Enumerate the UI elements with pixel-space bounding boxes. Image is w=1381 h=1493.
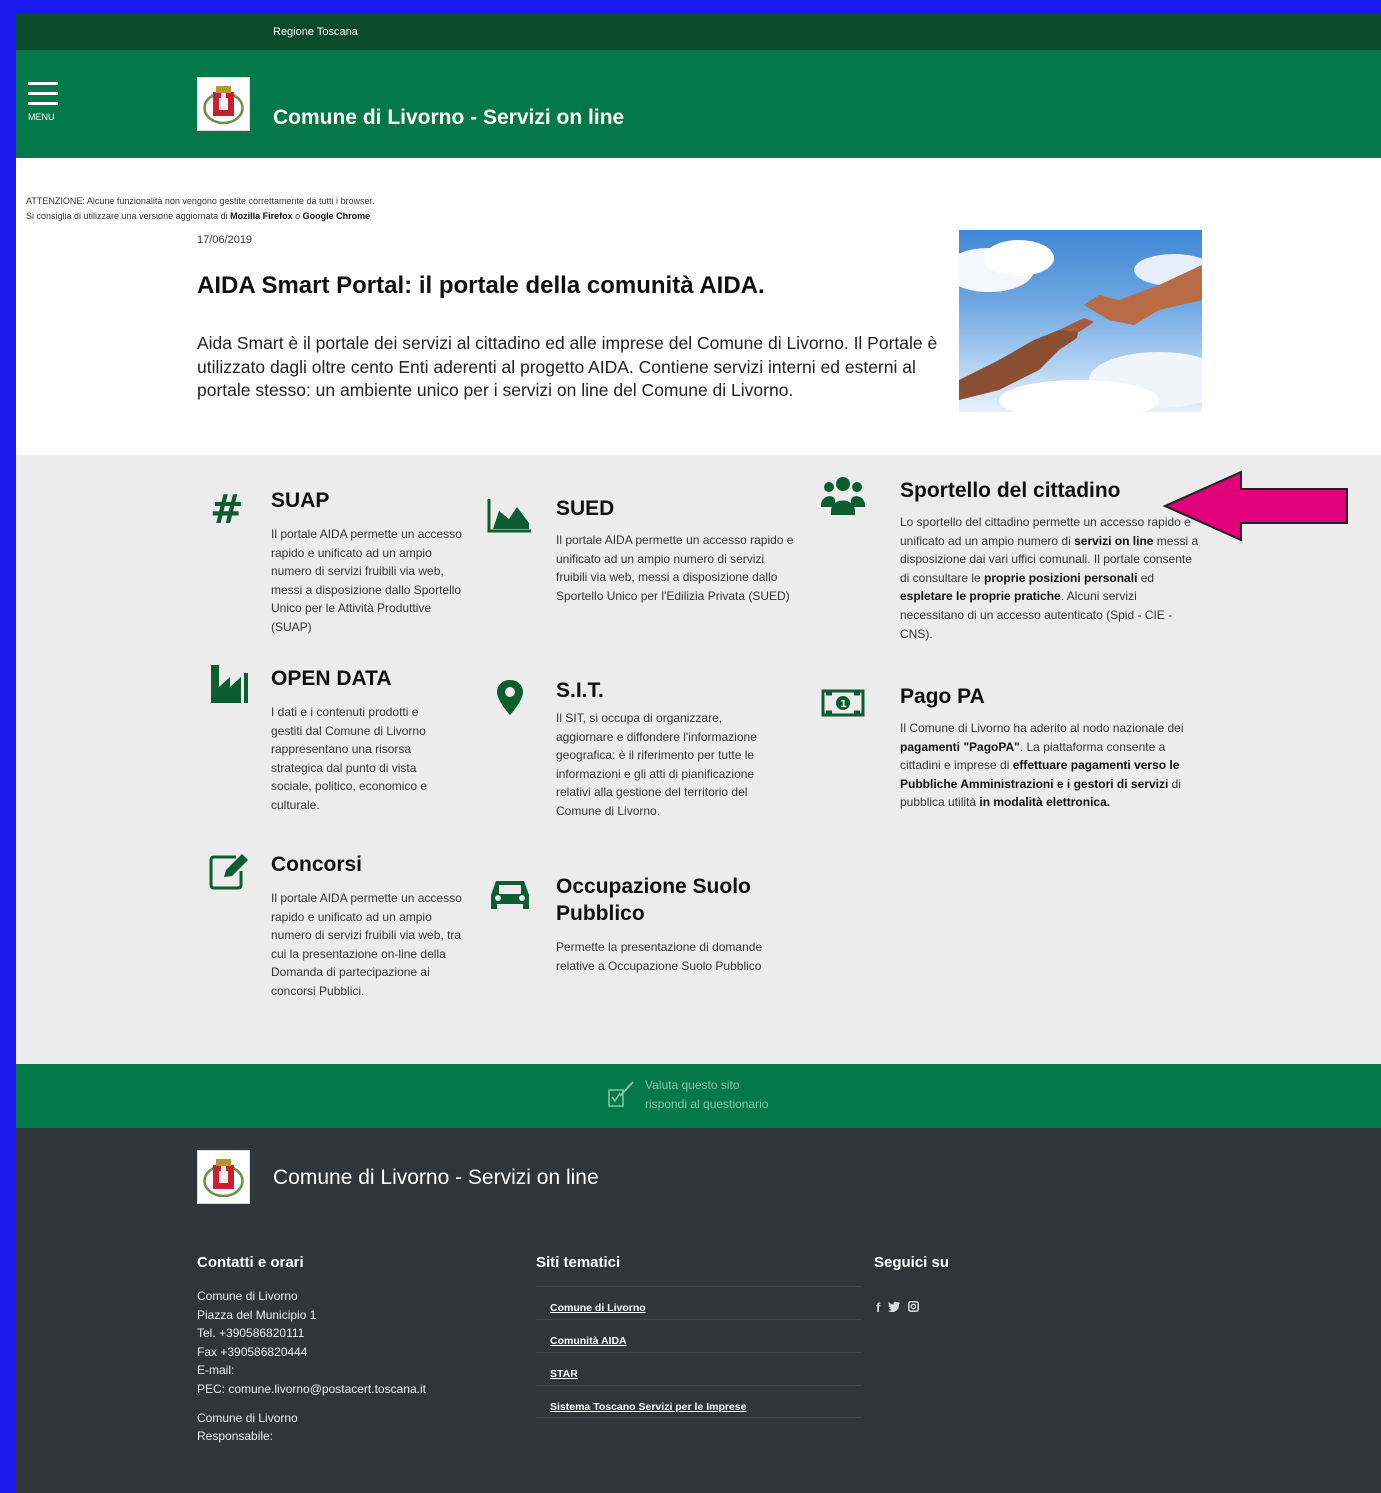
contact-line: Comune di Livorno <box>197 1410 298 1425</box>
warning-conj: o <box>292 211 303 221</box>
desc-bold: espletare le proprie pratiche <box>900 589 1061 604</box>
region-bar: Regione Toscana <box>16 14 1381 50</box>
social-heading: Seguici su <box>874 1254 950 1271</box>
service-description: Il Comune di Livorno ha aderito al nodo … <box>900 719 1200 812</box>
contact-line: Piazza del Municipio 1 <box>197 1307 317 1322</box>
list-item: Comunità AIDA <box>536 1319 861 1352</box>
service-title[interactable]: SUAP <box>271 489 329 513</box>
municipal-crest-icon[interactable] <box>197 1150 250 1204</box>
browser-chrome: Google Chrome <box>302 211 371 221</box>
list-item: Comune di Livorno <box>536 1286 861 1319</box>
service-description: Permette la presentazione di domande rel… <box>556 940 763 973</box>
service-description: Lo sportello del cittadino permette un a… <box>900 513 1200 643</box>
users-icon <box>821 475 865 517</box>
area-chart-icon <box>487 495 531 537</box>
service-title[interactable]: S.I.T. <box>556 679 604 703</box>
services-section: # SUAP Il portale AIDA permette un acces… <box>16 455 1381 1064</box>
contact-line: Responsabile: <box>197 1429 274 1444</box>
link-sistema-toscano[interactable]: Sistema Toscano Servizi per le Imprese <box>550 1401 746 1413</box>
desc-bold: in modalità elettronica. <box>979 795 1111 810</box>
desc-bold: pagamenti "PagoPA" <box>900 739 1020 754</box>
edit-icon <box>208 851 250 893</box>
service-title[interactable]: OPEN DATA <box>271 667 392 691</box>
feedback-link[interactable]: Valuta questo sito <box>645 1078 740 1092</box>
social-links: f <box>876 1300 923 1315</box>
menu-button[interactable]: MENU <box>28 82 60 128</box>
news-title: AIDA Smart Portal: il portale della comu… <box>197 272 765 299</box>
page: Regione Toscana MENU Comune di Livorno -… <box>16 14 1381 1493</box>
facebook-icon[interactable]: f <box>876 1300 880 1315</box>
desc-text: ed <box>1137 570 1155 585</box>
links-heading: Siti tematici <box>536 1254 621 1271</box>
thematic-links: Comune di Livorno Comunità AIDA STAR Sis… <box>536 1286 861 1418</box>
service-description: Il portale AIDA permette un accesso rapi… <box>556 533 794 603</box>
factory-icon <box>208 663 250 705</box>
service-title[interactable]: Occupazione Suolo <box>556 875 751 899</box>
service-description: Il SIT, si occupa di organizzare, aggior… <box>556 711 757 818</box>
list-item: Sistema Toscano Servizi per le Imprese <box>536 1385 861 1418</box>
menu-label: MENU <box>28 112 55 122</box>
map-marker-icon <box>487 677 529 719</box>
site-header: MENU Comune di Livorno - Servizi on line <box>16 50 1381 158</box>
twitter-icon[interactable] <box>887 1300 900 1315</box>
hands-image <box>959 230 1202 412</box>
contact-line: Tel. +390586820111 <box>197 1326 305 1341</box>
contact-line: E-mail: <box>197 1363 235 1378</box>
feedback-band: Valuta questo sito rispondi al questiona… <box>16 1064 1381 1128</box>
warning-line-1: ATTENZIONE: Alcune funzionalità non veng… <box>26 196 375 206</box>
service-title[interactable]: Pago PA <box>900 685 985 709</box>
desc-bold: servizi on line <box>1074 533 1154 548</box>
contacts-block: Comune di Livorno Piazza del Municipio 1… <box>197 1287 426 1446</box>
service-description: Il portale AIDA permette un accesso rapi… <box>271 527 462 634</box>
site-title[interactable]: Comune di Livorno - Servizi on line <box>273 106 624 130</box>
contact-line: Comune di Livorno <box>197 1289 298 1303</box>
contacts-heading: Contatti e orari <box>197 1254 304 1271</box>
region-link[interactable]: Regione Toscana <box>273 26 358 38</box>
contact-line: PEC: comune.livorno@postacert.toscana.it <box>197 1381 426 1396</box>
instagram-icon[interactable] <box>907 1300 919 1315</box>
desc-text: Il Comune di Livorno ha aderito al nodo … <box>900 721 1184 735</box>
svg-text:#: # <box>210 487 244 529</box>
list-item: STAR <box>536 1352 861 1385</box>
car-icon <box>487 875 529 917</box>
service-title[interactable]: Concorsi <box>271 853 362 877</box>
site-footer: Comune di Livorno - Servizi on line Cont… <box>16 1128 1381 1493</box>
service-title-line-2[interactable]: Pubblico <box>556 902 645 926</box>
contact-line: Fax +390586820444 <box>197 1344 308 1359</box>
municipal-crest-icon[interactable] <box>197 77 250 131</box>
link-comunita-aida[interactable]: Comunità AIDA <box>550 1335 627 1347</box>
annotation-arrow-icon <box>1163 470 1348 542</box>
news-text: Aida Smart è il portale dei servizi al c… <box>197 333 938 400</box>
money-bill-icon: 1 <box>821 685 865 727</box>
hashtag-icon: # <box>208 487 250 533</box>
hamburger-icon-bar <box>28 92 58 95</box>
footer-site-title[interactable]: Comune di Livorno - Servizi on line <box>273 1166 599 1190</box>
news-date: 17/06/2019 <box>197 234 253 246</box>
service-description: I dati e i contenuti prodotti e gestiti … <box>271 705 428 812</box>
browser-firefox: Mozilla Firefox <box>230 211 293 221</box>
link-comune-livorno[interactable]: Comune di Livorno <box>550 1302 646 1314</box>
desc-bold: proprie posizioni personali <box>984 570 1138 585</box>
hamburger-icon <box>28 82 58 85</box>
service-description: Il portale AIDA permette un accesso rapi… <box>271 891 462 998</box>
questionnaire-link[interactable]: rispondi al questionario <box>645 1097 768 1111</box>
service-title[interactable]: SUED <box>556 497 614 521</box>
svg-text:1: 1 <box>840 699 847 710</box>
service-title[interactable]: Sportello del cittadino <box>900 479 1121 503</box>
warning-prefix: Si consiglia di utilizzare una versione … <box>26 211 231 221</box>
browser-warning: ATTENZIONE: Alcune funzionalità non veng… <box>26 194 375 224</box>
warning-line-2: Si consiglia di utilizzare una versione … <box>26 209 375 224</box>
hamburger-icon-bar <box>28 102 58 105</box>
link-star[interactable]: STAR <box>550 1368 578 1380</box>
survey-icon[interactable] <box>606 1080 636 1110</box>
